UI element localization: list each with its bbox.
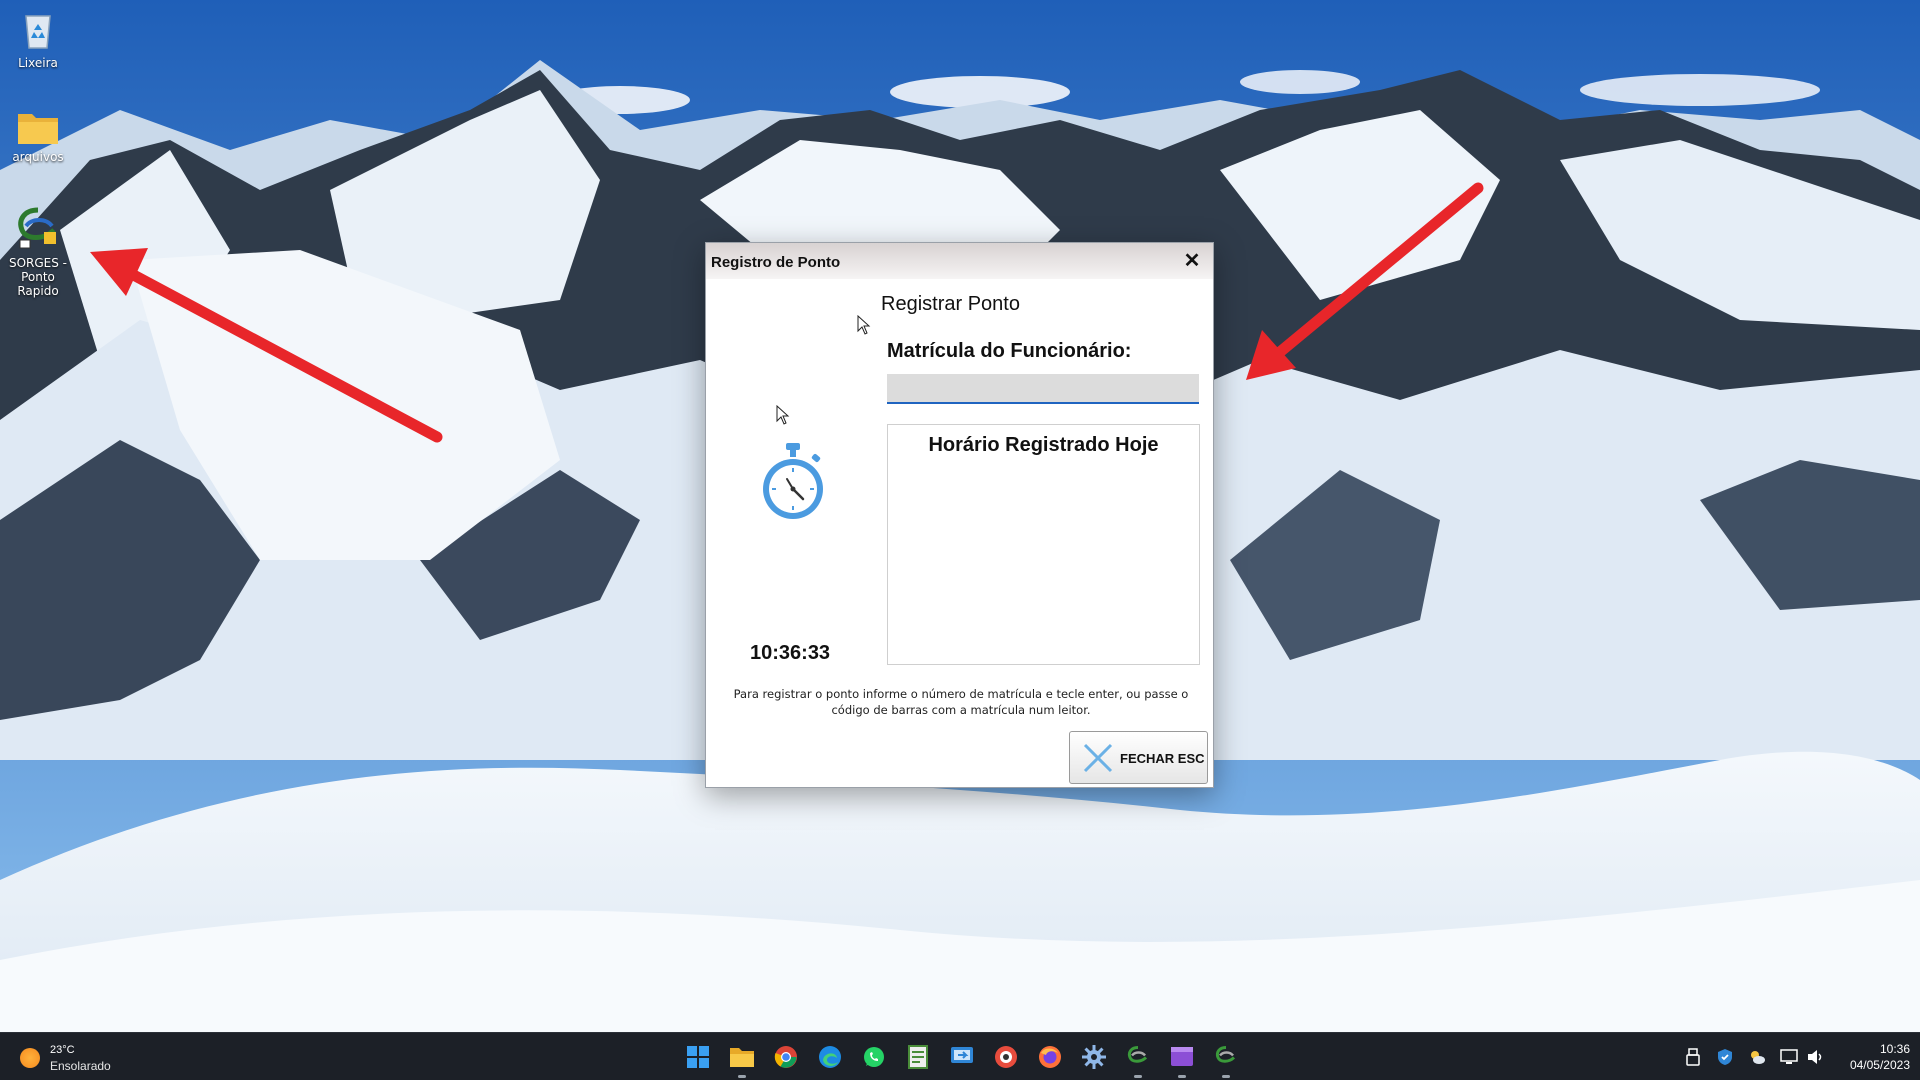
x-icon xyxy=(1083,743,1113,773)
current-time: 10:36:33 xyxy=(750,642,831,664)
matricula-input[interactable] xyxy=(887,374,1199,404)
fechar-button-label: FECHAR ESC xyxy=(1120,751,1205,766)
taskbar-whatsapp[interactable] xyxy=(852,1033,896,1080)
folder-icon xyxy=(730,1048,754,1067)
close-icon[interactable]: ✕ xyxy=(1179,249,1205,273)
taskbar-settings[interactable] xyxy=(1072,1033,1116,1080)
registered-times-title: Horário Registrado Hoje xyxy=(928,434,1159,456)
desktop-icon-sorges[interactable]: SORGES - Ponto Rapido xyxy=(0,206,78,298)
weather-tray-icon[interactable] xyxy=(1748,1048,1766,1066)
chrome-icon xyxy=(774,1046,797,1068)
matricula-label: Matrícula do Funcionário: xyxy=(887,340,1132,362)
red-app-icon xyxy=(995,1046,1017,1068)
weather-temperature: 23°C xyxy=(50,1044,75,1056)
remote-icon xyxy=(951,1047,973,1063)
stopwatch-icon xyxy=(763,443,823,519)
taskbar-sorges-1[interactable] xyxy=(1116,1033,1160,1080)
firefox-icon xyxy=(1039,1046,1061,1068)
desktop-icon-label: Lixeira xyxy=(18,56,58,70)
edge-icon xyxy=(819,1046,841,1068)
taskbar: 23°C Ensolarado 10:36 04/05/2023 xyxy=(0,1032,1920,1080)
folder-icon xyxy=(18,114,58,144)
taskbar-sorges-2[interactable] xyxy=(1204,1033,1248,1080)
taskbar-file-explorer[interactable] xyxy=(720,1033,764,1080)
windows-icon xyxy=(687,1046,709,1068)
mouse-cursor-icon xyxy=(776,405,790,425)
whatsapp-icon xyxy=(864,1047,884,1067)
mouse-cursor-icon xyxy=(857,315,871,335)
taskbar-clock-date[interactable]: 04/05/2023 xyxy=(1830,1058,1910,1072)
gear-icon xyxy=(1082,1045,1106,1069)
network-icon[interactable] xyxy=(1780,1048,1798,1066)
desktop-icon-label: arquivos xyxy=(12,150,64,164)
taskbar-remote-app[interactable] xyxy=(940,1033,984,1080)
desktop-icon-lixeira[interactable]: Lixeira xyxy=(0,8,78,70)
security-icon[interactable] xyxy=(1716,1048,1734,1066)
document-icon xyxy=(908,1045,928,1069)
taskbar-red-app[interactable] xyxy=(984,1033,1028,1080)
taskbar-firefox[interactable] xyxy=(1028,1033,1072,1080)
sorges-app-icon xyxy=(18,207,56,249)
recycle-bin-icon xyxy=(25,15,51,49)
registered-times-panel: Horário Registrado Hoje xyxy=(887,424,1200,665)
dialog-heading: Registrar Ponto xyxy=(881,293,1020,315)
taskbar-edge[interactable] xyxy=(808,1033,852,1080)
usb-icon[interactable] xyxy=(1686,1048,1700,1066)
taskbar-document-app[interactable] xyxy=(896,1033,940,1080)
weather-description: Ensolarado xyxy=(50,1059,111,1073)
fechar-button[interactable]: FECHAR ESC xyxy=(1069,731,1208,784)
instructions-text: Para registrar o ponto informe o número … xyxy=(733,687,1189,717)
taskbar-apps xyxy=(676,1033,1248,1080)
registro-de-ponto-dialog: Registro de Ponto ✕ Registrar Ponto Matr… xyxy=(705,242,1214,788)
taskbar-video-app[interactable] xyxy=(1160,1033,1204,1080)
taskbar-start-button[interactable] xyxy=(676,1033,720,1080)
dialog-titlebar[interactable]: Registro de Ponto ✕ xyxy=(706,243,1213,279)
video-icon xyxy=(1171,1047,1193,1066)
desktop-icon-arquivos[interactable]: arquivos xyxy=(0,108,78,164)
dialog-title: Registro de Ponto xyxy=(711,254,841,271)
sorges-app-icon xyxy=(1127,1046,1148,1063)
sorges-app-icon xyxy=(1215,1046,1236,1063)
taskbar-clock-time[interactable]: 10:36 xyxy=(1860,1042,1910,1056)
sun-icon xyxy=(20,1048,40,1068)
volume-icon[interactable] xyxy=(1806,1048,1824,1066)
taskbar-chrome[interactable] xyxy=(764,1033,808,1080)
desktop-icon-label: SORGES - Ponto Rapido xyxy=(8,256,68,298)
